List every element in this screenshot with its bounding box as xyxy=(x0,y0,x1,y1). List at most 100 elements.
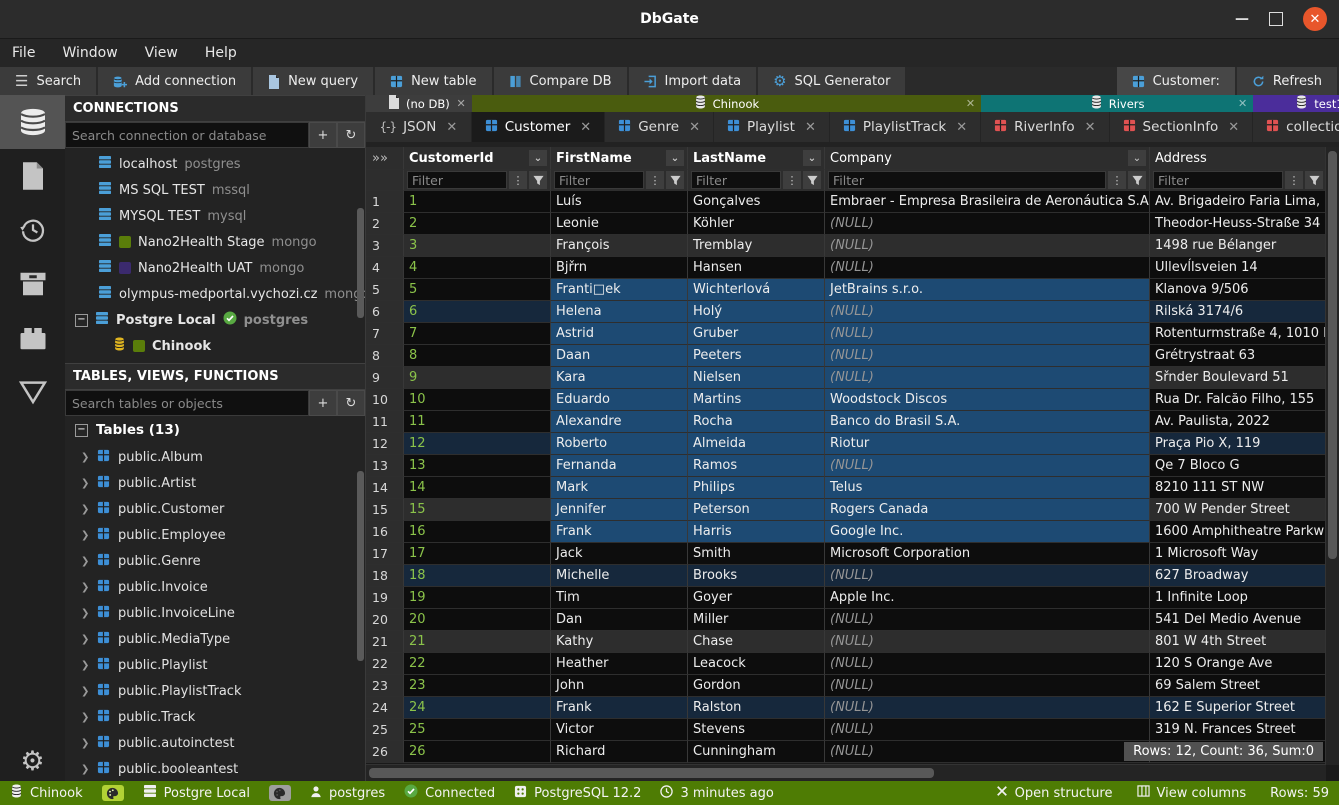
grid-cell[interactable]: (NULL) xyxy=(825,301,1150,323)
grid-cell[interactable]: Alexandre xyxy=(551,411,688,433)
grid-horizontal-scrollbar-thumb[interactable] xyxy=(369,768,934,778)
filter-menu-icon[interactable]: ⋮ xyxy=(509,171,527,189)
connection-item[interactable]: Nano2Health UATmongo xyxy=(65,255,365,281)
table-tree-item[interactable]: ❯public.Invoice xyxy=(65,574,365,600)
chevron-right-icon[interactable]: ❯ xyxy=(81,764,89,775)
row-number[interactable]: 21 xyxy=(366,631,404,653)
row-number[interactable]: 4 xyxy=(366,257,404,279)
tables-plus-icon[interactable]: + xyxy=(309,390,337,416)
grid-cell[interactable]: Kathy xyxy=(551,631,688,653)
database-group-tab[interactable]: test1 xyxy=(1253,95,1339,112)
tab-json[interactable]: {-}JSON✕ xyxy=(366,112,472,142)
chevron-right-icon[interactable]: ❯ xyxy=(81,452,89,463)
close-icon[interactable]: ✕ xyxy=(1085,120,1096,135)
grid-cell[interactable]: 14 xyxy=(404,477,551,499)
grid-cell[interactable]: 4 xyxy=(404,257,551,279)
grid-cell[interactable]: Köhler xyxy=(688,213,825,235)
statusbar-item-chinook[interactable]: Chinook xyxy=(10,784,83,802)
grid-cell[interactable]: Banco do Brasil S.A. xyxy=(825,411,1150,433)
row-number[interactable]: 25 xyxy=(366,719,404,741)
grid-cell[interactable]: Ramos xyxy=(688,455,825,477)
grid-cell[interactable]: Gruber xyxy=(688,323,825,345)
column-dropdown-icon[interactable]: ⌄ xyxy=(666,150,684,166)
tables-group[interactable]: −Tables (13) xyxy=(65,416,365,444)
grid-cell[interactable]: Philips xyxy=(688,477,825,499)
grid-cell[interactable]: Victor xyxy=(551,719,688,741)
row-number[interactable]: 22 xyxy=(366,653,404,675)
statusbar-item-connected[interactable]: Connected xyxy=(404,784,495,802)
chevron-right-icon[interactable]: ❯ xyxy=(81,556,89,567)
grid-cell[interactable]: (NULL) xyxy=(825,719,1150,741)
connection-item[interactable]: localhostpostgres xyxy=(65,151,365,177)
table-tree-item[interactable]: ❯public.booleantest xyxy=(65,756,365,781)
row-number[interactable]: 23 xyxy=(366,675,404,697)
close-icon[interactable]: ✕ xyxy=(1228,120,1239,135)
grid-cell[interactable]: 8 xyxy=(404,345,551,367)
grid-cell[interactable]: (NULL) xyxy=(825,323,1150,345)
grid-cell[interactable]: Peterson xyxy=(688,499,825,521)
filter-menu-icon[interactable]: ⋮ xyxy=(1285,171,1303,189)
grid-cell[interactable]: 22 xyxy=(404,653,551,675)
grid-cell[interactable]: (NULL) xyxy=(825,697,1150,719)
grid-cell[interactable]: Wichterlová xyxy=(688,279,825,301)
add-connection-plus-icon[interactable]: + xyxy=(309,122,337,148)
row-number[interactable]: 13 xyxy=(366,455,404,477)
grid-cell[interactable]: Eduardo xyxy=(551,389,688,411)
database-group-tab[interactable]: (no DB)✕ xyxy=(366,95,472,112)
connections-scrollbar-thumb[interactable] xyxy=(357,208,364,318)
grid-cell[interactable]: 541 Del Medio Avenue xyxy=(1150,609,1327,631)
row-number[interactable]: 17 xyxy=(366,543,404,565)
grid-cell[interactable]: Apple Inc. xyxy=(825,587,1150,609)
grid-cell[interactable]: Peeters xyxy=(688,345,825,367)
close-icon[interactable]: ✕ xyxy=(956,120,967,135)
grid-cell[interactable]: Sřnder Boulevard 51 xyxy=(1150,367,1327,389)
chevron-right-icon[interactable]: ❯ xyxy=(81,530,89,541)
connection-item[interactable]: MS SQL TESTmssql xyxy=(65,177,365,203)
grid-cell[interactable]: 16 xyxy=(404,521,551,543)
table-tree-item[interactable]: ❯public.Artist xyxy=(65,470,365,496)
grid-cell[interactable]: Kara xyxy=(551,367,688,389)
connection-item[interactable]: MYSQL TESTmysql xyxy=(65,203,365,229)
menu-window[interactable]: Window xyxy=(62,45,117,61)
database-item[interactable]: Chinook xyxy=(65,333,365,359)
grid-cell[interactable]: Gordon xyxy=(688,675,825,697)
grid-cell[interactable]: Gonçalves xyxy=(688,191,825,213)
grid-cell[interactable]: Google Inc. xyxy=(825,521,1150,543)
tables-scrollbar-thumb[interactable] xyxy=(357,471,364,661)
row-number[interactable]: 19 xyxy=(366,587,404,609)
filter-cell-address[interactable]: ⋮ xyxy=(1150,170,1327,191)
collapse-icon[interactable]: − xyxy=(75,424,88,437)
row-number[interactable]: 12 xyxy=(366,433,404,455)
toolbar-button-sql-generator[interactable]: ⚙SQL Generator xyxy=(758,67,905,96)
statusbar-item-postgres[interactable]: postgres xyxy=(310,784,385,802)
close-icon[interactable]: ✕ xyxy=(446,120,457,135)
grid-cell[interactable]: Daan xyxy=(551,345,688,367)
sidebar-history-icon[interactable] xyxy=(0,203,65,257)
filter-cell-lastname[interactable]: ⋮ xyxy=(688,170,825,191)
grid-cell[interactable]: Rilská 3174/6 xyxy=(1150,301,1327,323)
chevron-right-icon[interactable]: ❯ xyxy=(81,686,89,697)
grid-cell[interactable]: Smith xyxy=(688,543,825,565)
grid-cell[interactable]: JetBrains s.r.o. xyxy=(825,279,1150,301)
tab-playlist[interactable]: Playlist✕ xyxy=(714,112,830,142)
grid-cell[interactable]: 3 xyxy=(404,235,551,257)
grid-cell[interactable]: Astrid xyxy=(551,323,688,345)
minimize-button[interactable]: — xyxy=(1235,14,1249,24)
grid-cell[interactable]: Martins xyxy=(688,389,825,411)
grid-corner-expand[interactable]: »» xyxy=(366,147,404,170)
filter-menu-icon[interactable]: ⋮ xyxy=(1108,171,1126,189)
column-header-company[interactable]: Company⌄ xyxy=(825,147,1150,170)
statusbar-item-open-structure[interactable]: Open structure xyxy=(996,785,1113,801)
grid-cell[interactable]: Tim xyxy=(551,587,688,609)
connections-search-input[interactable] xyxy=(65,122,309,148)
grid-cell[interactable]: 1 xyxy=(404,191,551,213)
grid-cell[interactable]: (NULL) xyxy=(825,631,1150,653)
chevron-right-icon[interactable]: ❯ xyxy=(81,582,89,593)
row-number[interactable]: 24 xyxy=(366,697,404,719)
chevron-right-icon[interactable]: ❯ xyxy=(81,608,89,619)
grid-cell[interactable]: 9 xyxy=(404,367,551,389)
connections-refresh-icon[interactable]: ↻ xyxy=(337,122,365,148)
grid-cell[interactable]: Frank xyxy=(551,697,688,719)
grid-cell[interactable]: (NULL) xyxy=(825,565,1150,587)
grid-cell[interactable]: Nielsen xyxy=(688,367,825,389)
